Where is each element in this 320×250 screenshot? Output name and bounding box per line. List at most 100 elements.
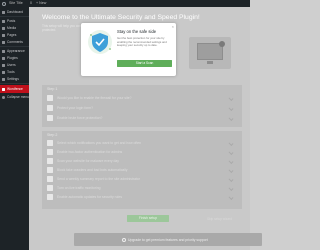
list-item[interactable]: Enable two-factor authentication for adm… [47,148,237,157]
sidebar-item-label: Media [7,26,16,30]
sidebar-item-collapse[interactable]: Collapse menu [0,94,29,100]
sidebar-item-label: Pages [7,33,17,37]
upgrade-banner-text: Upgrade to get premium features and prio… [128,237,208,242]
sidebar-item-label: Posts [7,19,16,23]
checkbox[interactable] [47,115,53,121]
chevron-down-icon[interactable] [228,115,234,121]
list-item-label: Enable brute force protection? [57,116,103,121]
site-name-link[interactable]: Site Title [9,1,23,5]
checkbox[interactable] [47,176,53,182]
sidebar-item-label: Settings [7,77,19,81]
setup-section-2: Step 2 Select which notifications you wa… [42,131,242,209]
sidebar-item-plugins[interactable]: Plugins [0,55,29,61]
sidebar-item-comments[interactable]: Comments [0,39,29,45]
media-icon [2,26,5,30]
start-scan-button[interactable]: Start a Scan [117,60,172,67]
sidebar-item-security-plugin[interactable]: Wordfence [0,85,32,93]
checkbox[interactable] [47,167,53,173]
upgrade-banner[interactable]: Upgrade to get premium features and prio… [74,233,262,246]
list-item-label: Enable automatic updates for security ru… [57,195,123,200]
chevron-down-icon[interactable] [228,140,234,146]
checkbox[interactable] [47,105,53,111]
sidebar-item-posts[interactable]: Posts [0,18,29,24]
sidebar-item-dashboard[interactable]: Dashboard [0,9,29,15]
chevron-down-icon[interactable] [228,185,234,191]
sidebar-item-label: Wordfence [7,87,23,91]
chevron-down-icon[interactable] [228,158,234,164]
checkbox[interactable] [47,158,53,164]
close-icon[interactable]: × [172,24,174,29]
monitor-stand [207,61,213,64]
sidebar-item-tools[interactable]: Tools [0,69,29,75]
chevron-down-icon[interactable] [228,176,234,182]
list-item-label: Would you like to enable the firewall fo… [57,96,132,101]
wrench-icon [2,70,5,74]
shield-icon [2,87,5,91]
checkbox[interactable] [47,140,53,146]
list-item-label: Turn on live traffic monitoring [57,186,101,191]
sidebar-item-pages[interactable]: Pages [0,32,29,38]
collapse-icon [2,95,5,99]
list-item[interactable]: Turn on live traffic monitoring [47,184,237,193]
chevron-down-icon[interactable] [228,167,234,173]
new-content-link[interactable]: + New [36,1,46,5]
chevron-down-icon[interactable] [228,194,234,200]
checkbox[interactable] [47,95,53,101]
popup-body: Get the best protection for your site by… [117,36,167,48]
checkbox[interactable] [47,185,53,191]
section-heading: Step 2 [47,133,58,137]
checkbox[interactable] [47,194,53,200]
comments-count[interactable]: 0 [30,1,32,5]
list-item-label: Send a weekly summary report to the site… [57,177,140,182]
list-item[interactable]: Protect your login form? [47,104,237,113]
list-item-label: Enable two-factor authentication for adm… [57,150,123,155]
list-item[interactable]: Enable automatic updates for security ru… [47,193,237,202]
menu-separator [0,46,29,47]
brush-icon [2,49,5,53]
finish-setup-button[interactable]: Finish setup [127,215,169,222]
sidebar-item-settings[interactable]: Settings [0,76,29,82]
menu-separator [0,16,29,17]
sidebar-item-label: Comments [7,40,23,44]
sidebar-item-label: Collapse menu [7,95,29,99]
skip-setup-link[interactable]: Skip setup wizard [207,217,232,221]
star-icon [122,237,126,242]
sidebar-item-label: Users [7,63,16,67]
pin-icon [2,19,5,23]
list-item[interactable]: Select which notifications you want to g… [47,139,237,148]
list-item[interactable]: Scan your website for malware every day [47,157,237,166]
list-item-label: Protect your login form? [57,106,93,111]
wordpress-logo-icon[interactable] [2,1,6,6]
sidebar-item-media[interactable]: Media [0,25,29,31]
dashboard-icon [2,10,5,14]
popup-title: Stay on the safe side [117,29,157,34]
checkbox[interactable] [47,149,53,155]
chevron-down-icon[interactable] [228,105,234,111]
page-title: Welcome to the Ultimate Security and Spe… [42,14,200,21]
page-icon [2,33,5,37]
list-item-label: Block fake crawlers and bad bots automat… [57,168,128,173]
section-heading: Step 1 [47,87,58,91]
chevron-down-icon[interactable] [228,149,234,155]
hero-illustration [189,37,231,69]
badge-icon [219,41,225,47]
user-icon [2,63,5,67]
onboarding-popup: × Stay on the safe side Get the best pro… [81,23,176,76]
list-item[interactable]: Would you like to enable the firewall fo… [47,94,237,103]
list-item[interactable]: Send a weekly summary report to the site… [47,175,237,184]
admin-sidebar: Dashboard Posts Media Pages Comments App… [0,7,32,250]
setup-section-1: Step 1 Would you like to enable the fire… [42,85,242,127]
admin-bar: Site Title 0 + New [0,0,250,7]
sidebar-item-label: Plugins [7,56,18,60]
list-item[interactable]: Enable brute force protection? [47,114,237,123]
sidebar-item-users[interactable]: Users [0,62,29,68]
sidebar-item-label: Tools [7,70,15,74]
sidebar-item-appearance[interactable]: Appearance [0,48,29,54]
sidebar-item-label: Dashboard [7,10,24,14]
chevron-down-icon[interactable] [228,95,234,101]
sidebar-item-label: Appearance [7,49,25,53]
list-item-label: Scan your website for malware every day [57,159,119,164]
list-item[interactable]: Block fake crawlers and bad bots automat… [47,166,237,175]
list-item-label: Select which notifications you want to g… [57,141,142,146]
comment-icon [2,40,5,44]
